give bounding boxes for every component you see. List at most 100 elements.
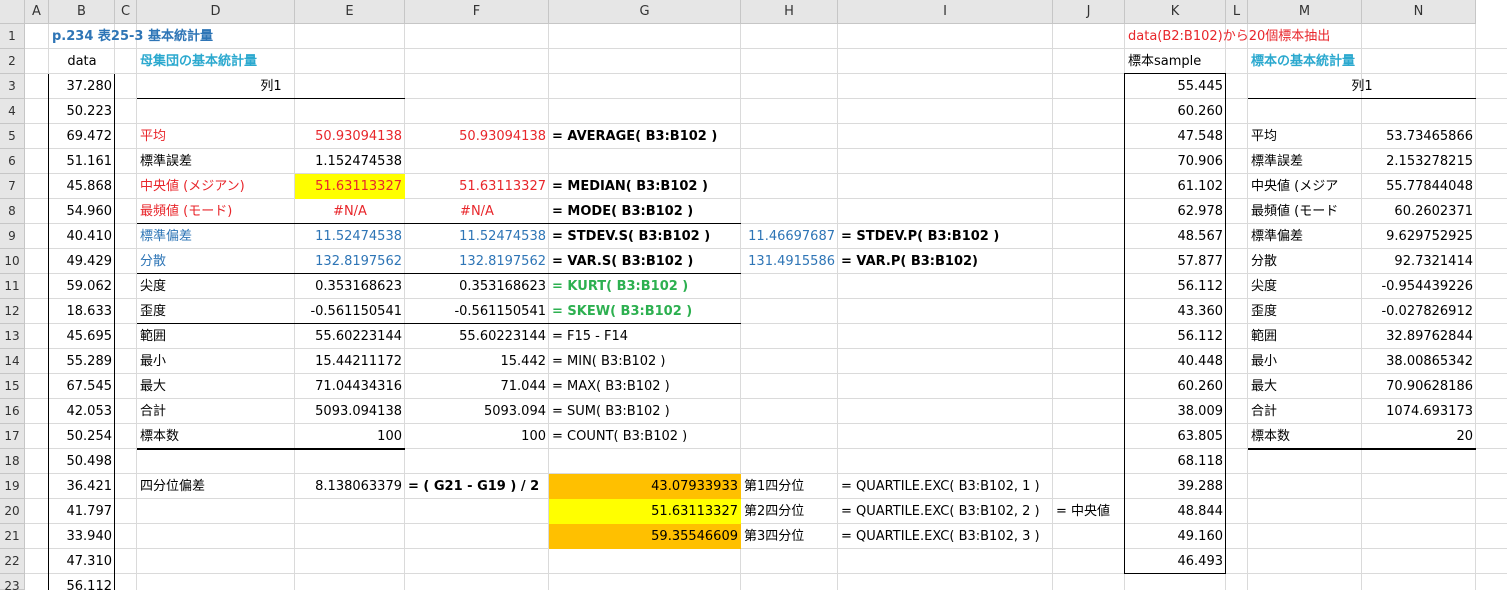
population-stat-label[interactable]: 尖度 — [137, 274, 295, 299]
function-result[interactable]: 55.60223144 — [405, 324, 549, 349]
quartile-formula[interactable]: = QUARTILE.EXC( B3:B102, 2 ) — [838, 499, 1053, 524]
column-header-L[interactable]: L — [1226, 0, 1248, 24]
function-result[interactable]: 11.52474538 — [405, 224, 549, 249]
sample-value[interactable]: 47.548 — [1125, 124, 1226, 149]
function-formula[interactable]: = STDEV.S( B3:B102 ) — [549, 224, 741, 249]
sample-stat-label[interactable]: 最大 — [1248, 374, 1362, 399]
function-formula[interactable]: = MIN( B3:B102 ) — [549, 349, 741, 374]
sample-value[interactable]: 55.445 — [1125, 74, 1226, 99]
row-header-13[interactable]: 13 — [0, 324, 25, 349]
column-header-D[interactable]: D — [137, 0, 295, 24]
population-stat-label[interactable]: 中央値 (メジアン) — [137, 174, 295, 199]
function-result[interactable]: 15.442 — [405, 349, 549, 374]
population-stat-value[interactable]: #N/A — [295, 199, 405, 224]
row-header-10[interactable]: 10 — [0, 249, 25, 274]
function-formula[interactable]: = SKEW( B3:B102 ) — [549, 299, 741, 324]
select-all-corner[interactable] — [0, 0, 25, 24]
sample-stat-label[interactable]: 標準誤差 — [1248, 149, 1362, 174]
row-header-2[interactable]: 2 — [0, 49, 25, 74]
population-stat-label[interactable]: 標準偏差 — [137, 224, 295, 249]
data-value[interactable]: 50.254 — [49, 424, 115, 449]
population-col1-label[interactable]: 列1 — [137, 74, 405, 99]
column-header-J[interactable]: J — [1053, 0, 1125, 24]
sample-stat-value[interactable]: 55.77844048 — [1362, 174, 1476, 199]
data-value[interactable]: 18.633 — [49, 299, 115, 324]
population-stat-label[interactable]: 標準誤差 — [137, 149, 295, 174]
function-result[interactable]: 71.044 — [405, 374, 549, 399]
data-value[interactable]: 69.472 — [49, 124, 115, 149]
function-formula[interactable]: = SUM( B3:B102 ) — [549, 399, 741, 424]
population-stat-value[interactable]: 11.52474538 — [295, 224, 405, 249]
row-header-18[interactable]: 18 — [0, 449, 25, 474]
row-header-6[interactable]: 6 — [0, 149, 25, 174]
function-result[interactable]: #N/A — [405, 199, 549, 224]
sample-value[interactable]: 63.805 — [1125, 424, 1226, 449]
function-result[interactable]: 0.353168623 — [405, 274, 549, 299]
function-formula[interactable]: = AVERAGE( B3:B102 ) — [549, 124, 741, 149]
data-value[interactable]: 50.498 — [49, 449, 115, 474]
sample-stat-value[interactable]: 2.153278215 — [1362, 149, 1476, 174]
sample-stat-label[interactable]: 範囲 — [1248, 324, 1362, 349]
function-result[interactable]: 100 — [405, 424, 549, 449]
row-header-4[interactable]: 4 — [0, 99, 25, 124]
data-value[interactable]: 50.223 — [49, 99, 115, 124]
column-header-K[interactable]: K — [1125, 0, 1226, 24]
population-stat-label[interactable]: 範囲 — [137, 324, 295, 349]
population-stat-value[interactable]: 132.8197562 — [295, 249, 405, 274]
row-header-14[interactable]: 14 — [0, 349, 25, 374]
data-value[interactable]: 54.960 — [49, 199, 115, 224]
data-value[interactable]: 45.695 — [49, 324, 115, 349]
quartile-label[interactable]: 第1四分位 — [741, 474, 838, 499]
sample-stat-label[interactable]: 標本数 — [1248, 424, 1362, 449]
population-stat-value[interactable]: 1.152474538 — [295, 149, 405, 174]
column-header-B[interactable]: B — [49, 0, 115, 24]
data-value[interactable]: 47.310 — [49, 549, 115, 574]
function-formula[interactable]: = MEDIAN( B3:B102 ) — [549, 174, 741, 199]
sample-value[interactable]: 61.102 — [1125, 174, 1226, 199]
quartile-deviation-formula[interactable]: = ( G21 - G19 ) / 2 — [405, 474, 549, 499]
sample-stat-value[interactable]: 20 — [1362, 424, 1476, 449]
sample-stats-header[interactable]: 標本の基本統計量 — [1248, 49, 1476, 74]
data-value[interactable]: 41.797 — [49, 499, 115, 524]
data-value[interactable]: 33.940 — [49, 524, 115, 549]
row-header-17[interactable]: 17 — [0, 424, 25, 449]
population-stat-value[interactable]: 100 — [295, 424, 405, 449]
quartile-deviation-label[interactable]: 四分位偏差 — [137, 474, 295, 499]
sample-stat-label[interactable]: 最頻値 (モード — [1248, 199, 1362, 224]
population-stat-value[interactable]: 15.44211172 — [295, 349, 405, 374]
sample-value[interactable]: 46.493 — [1125, 549, 1226, 574]
sample-value[interactable]: 40.448 — [1125, 349, 1226, 374]
stdevp-formula[interactable]: = STDEV.P( B3:B102 ) — [838, 224, 1053, 249]
sample-stat-label[interactable]: 標準偏差 — [1248, 224, 1362, 249]
population-stat-value[interactable]: 71.04434316 — [295, 374, 405, 399]
sample-stat-value[interactable]: 60.2602371 — [1362, 199, 1476, 224]
row-header-20[interactable]: 20 — [0, 499, 25, 524]
data-value[interactable]: 56.112 — [49, 574, 115, 599]
row-header-9[interactable]: 9 — [0, 224, 25, 249]
data-value[interactable]: 49.429 — [49, 249, 115, 274]
population-stat-value[interactable]: 0.353168623 — [295, 274, 405, 299]
quartile-label[interactable]: 第3四分位 — [741, 524, 838, 549]
sample-value[interactable]: 49.160 — [1125, 524, 1226, 549]
sample-value[interactable]: 70.906 — [1125, 149, 1226, 174]
population-stat-label[interactable]: 合計 — [137, 399, 295, 424]
row-header-22[interactable]: 22 — [0, 549, 25, 574]
sample-value[interactable]: 60.260 — [1125, 99, 1226, 124]
data-value[interactable]: 36.421 — [49, 474, 115, 499]
column-header-H[interactable]: H — [741, 0, 838, 24]
function-result[interactable]: 50.93094138 — [405, 124, 549, 149]
sample-value[interactable]: 56.112 — [1125, 274, 1226, 299]
row-header-19[interactable]: 19 — [0, 474, 25, 499]
sample-stat-label[interactable]: 中央値 (メジア — [1248, 174, 1362, 199]
sample-column-header[interactable]: 標本sample — [1125, 49, 1226, 74]
column-header-G[interactable]: G — [549, 0, 741, 24]
row-header-23[interactable]: 23 — [0, 574, 25, 593]
data-value[interactable]: 51.161 — [49, 149, 115, 174]
sample-value[interactable]: 68.118 — [1125, 449, 1226, 474]
stdevp-value[interactable]: 11.46697687 — [741, 224, 838, 249]
sample-stat-value[interactable]: 9.629752925 — [1362, 224, 1476, 249]
column-header-C[interactable]: C — [115, 0, 137, 24]
population-stat-label[interactable]: 分散 — [137, 249, 295, 274]
column-header-F[interactable]: F — [405, 0, 549, 24]
sample-stat-label[interactable]: 合計 — [1248, 399, 1362, 424]
